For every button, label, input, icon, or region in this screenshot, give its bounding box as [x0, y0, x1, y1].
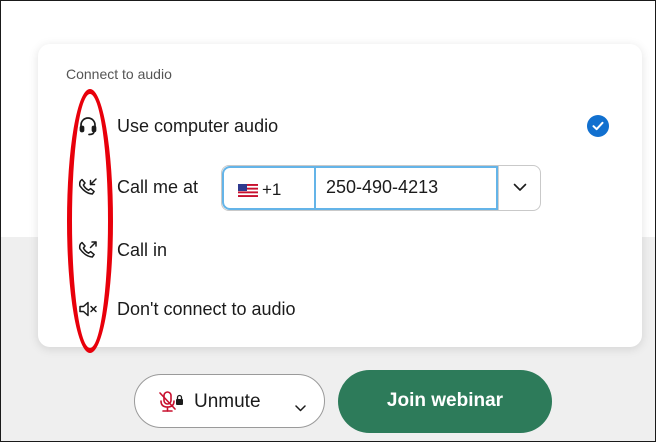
us-flag-icon: [238, 184, 258, 197]
country-code: +1: [262, 180, 282, 199]
app-window: Connect to audio Use computer audio Call…: [0, 0, 656, 442]
chevron-down-icon: [513, 183, 527, 191]
join-webinar-button[interactable]: Join webinar: [338, 370, 552, 433]
option-label: Call in: [117, 240, 168, 260]
mic-muted-icon: [157, 390, 185, 419]
chevron-down-icon: [295, 399, 306, 417]
phone-callback-icon: [78, 177, 98, 197]
join-label: Join webinar: [386, 390, 504, 411]
option-label: Call me at: [117, 177, 199, 197]
section-label: Connect to audio: [66, 66, 172, 82]
selected-check-icon: [587, 115, 609, 137]
option-call-in[interactable]: Call in: [38, 230, 642, 270]
unmute-label: Unmute: [194, 391, 261, 412]
speaker-muted-icon: [78, 299, 98, 319]
phone-number-input[interactable]: [326, 168, 476, 206]
option-use-computer-audio[interactable]: Use computer audio: [38, 106, 642, 146]
phone-number-group: +1: [221, 165, 541, 211]
phone-options-dropdown[interactable]: [498, 166, 540, 210]
phone-outgoing-icon: [78, 240, 98, 260]
option-dont-connect-audio[interactable]: Don't connect to audio: [38, 289, 642, 329]
option-label: Don't connect to audio: [117, 299, 296, 319]
country-code-selector[interactable]: +1: [222, 166, 314, 210]
option-label: Use computer audio: [117, 116, 279, 136]
headset-icon: [78, 116, 98, 136]
audio-connect-dialog: Connect to audio Use computer audio Call…: [38, 44, 642, 347]
unmute-button[interactable]: Unmute: [134, 374, 325, 428]
phone-number-field[interactable]: [314, 166, 498, 210]
